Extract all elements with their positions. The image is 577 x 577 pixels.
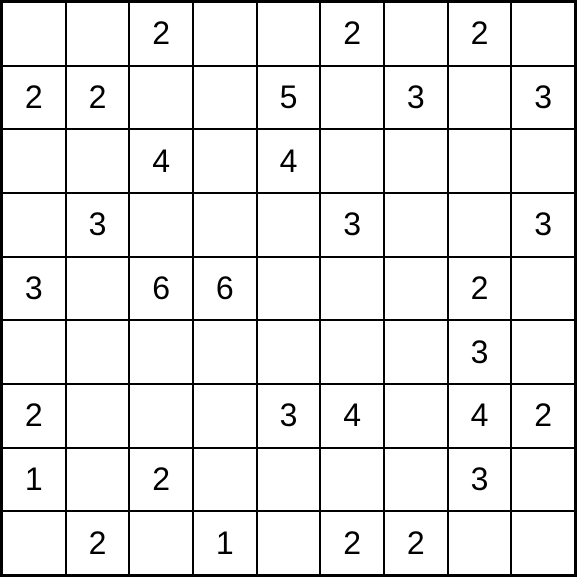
cell-8-2[interactable] <box>129 511 193 575</box>
cell-1-3[interactable] <box>193 66 257 130</box>
cell-8-1[interactable]: 2 <box>66 511 130 575</box>
cell-4-5[interactable] <box>320 257 384 321</box>
cell-3-7[interactable] <box>448 193 512 257</box>
cell-5-3[interactable] <box>193 320 257 384</box>
cell-6-8[interactable]: 2 <box>511 384 575 448</box>
cell-7-2[interactable]: 2 <box>129 448 193 512</box>
cell-7-6[interactable] <box>384 448 448 512</box>
cell-0-1[interactable] <box>66 2 130 66</box>
cell-2-1[interactable] <box>66 129 130 193</box>
cell-4-1[interactable] <box>66 257 130 321</box>
cell-8-7[interactable] <box>448 511 512 575</box>
cell-5-6[interactable] <box>384 320 448 384</box>
cell-0-6[interactable] <box>384 2 448 66</box>
cell-8-4[interactable] <box>257 511 321 575</box>
cell-5-2[interactable] <box>129 320 193 384</box>
cell-6-0[interactable]: 2 <box>2 384 66 448</box>
cell-7-1[interactable] <box>66 448 130 512</box>
cell-8-8[interactable] <box>511 511 575 575</box>
cell-7-4[interactable] <box>257 448 321 512</box>
cell-1-2[interactable] <box>129 66 193 130</box>
cell-2-7[interactable] <box>448 129 512 193</box>
cell-0-8[interactable] <box>511 2 575 66</box>
cell-2-4[interactable]: 4 <box>257 129 321 193</box>
cell-0-4[interactable] <box>257 2 321 66</box>
cell-1-6[interactable]: 3 <box>384 66 448 130</box>
cell-7-7[interactable]: 3 <box>448 448 512 512</box>
cell-3-5[interactable]: 3 <box>320 193 384 257</box>
cell-6-2[interactable] <box>129 384 193 448</box>
cell-3-2[interactable] <box>129 193 193 257</box>
cell-1-0[interactable]: 2 <box>2 66 66 130</box>
cell-4-4[interactable] <box>257 257 321 321</box>
cell-5-7[interactable]: 3 <box>448 320 512 384</box>
cell-2-2[interactable]: 4 <box>129 129 193 193</box>
cell-5-0[interactable] <box>2 320 66 384</box>
cell-4-3[interactable]: 6 <box>193 257 257 321</box>
cell-3-4[interactable] <box>257 193 321 257</box>
cell-0-7[interactable]: 2 <box>448 2 512 66</box>
cell-5-4[interactable] <box>257 320 321 384</box>
cell-8-0[interactable] <box>2 511 66 575</box>
cell-0-3[interactable] <box>193 2 257 66</box>
cell-0-5[interactable]: 2 <box>320 2 384 66</box>
cell-6-1[interactable] <box>66 384 130 448</box>
cell-5-8[interactable] <box>511 320 575 384</box>
cell-7-5[interactable] <box>320 448 384 512</box>
cell-1-1[interactable]: 2 <box>66 66 130 130</box>
cell-7-8[interactable] <box>511 448 575 512</box>
cell-6-6[interactable] <box>384 384 448 448</box>
cell-5-5[interactable] <box>320 320 384 384</box>
cell-0-0[interactable] <box>2 2 66 66</box>
cell-7-0[interactable]: 1 <box>2 448 66 512</box>
cell-2-8[interactable] <box>511 129 575 193</box>
cell-4-7[interactable]: 2 <box>448 257 512 321</box>
cell-7-3[interactable] <box>193 448 257 512</box>
cell-6-7[interactable]: 4 <box>448 384 512 448</box>
cell-1-4[interactable]: 5 <box>257 66 321 130</box>
cell-8-3[interactable]: 1 <box>193 511 257 575</box>
cell-3-1[interactable]: 3 <box>66 193 130 257</box>
cell-8-6[interactable]: 2 <box>384 511 448 575</box>
cell-2-6[interactable] <box>384 129 448 193</box>
cell-4-2[interactable]: 6 <box>129 257 193 321</box>
cell-2-5[interactable] <box>320 129 384 193</box>
cell-4-0[interactable]: 3 <box>2 257 66 321</box>
cell-2-3[interactable] <box>193 129 257 193</box>
cell-1-5[interactable] <box>320 66 384 130</box>
puzzle-grid[interactable]: 2 2 2 2 2 5 3 3 4 4 3 3 3 3 6 6 2 3 2 3 … <box>0 0 577 577</box>
cell-0-2[interactable]: 2 <box>129 2 193 66</box>
cell-3-0[interactable] <box>2 193 66 257</box>
cell-3-8[interactable]: 3 <box>511 193 575 257</box>
cell-6-4[interactable]: 3 <box>257 384 321 448</box>
cell-3-6[interactable] <box>384 193 448 257</box>
cell-4-8[interactable] <box>511 257 575 321</box>
cell-1-8[interactable]: 3 <box>511 66 575 130</box>
cell-2-0[interactable] <box>2 129 66 193</box>
cell-8-5[interactable]: 2 <box>320 511 384 575</box>
cell-4-6[interactable] <box>384 257 448 321</box>
cell-5-1[interactable] <box>66 320 130 384</box>
cell-6-5[interactable]: 4 <box>320 384 384 448</box>
cell-1-7[interactable] <box>448 66 512 130</box>
cell-6-3[interactable] <box>193 384 257 448</box>
cell-3-3[interactable] <box>193 193 257 257</box>
